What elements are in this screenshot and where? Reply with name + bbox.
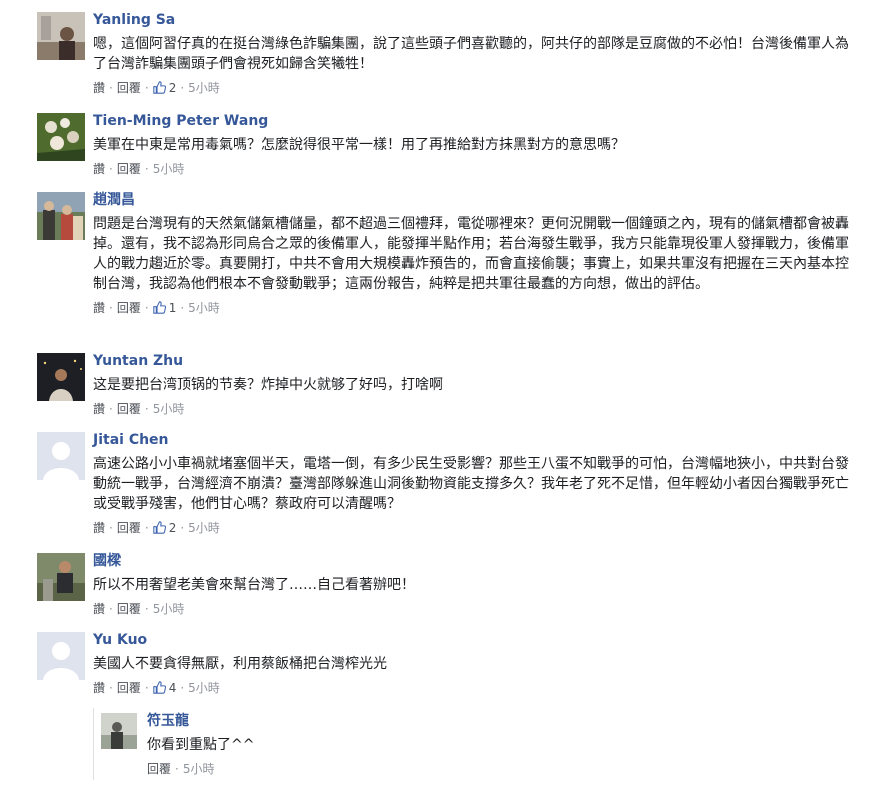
timestamp[interactable]: 5小時	[188, 681, 220, 695]
thumbs-up-icon	[152, 521, 166, 538]
like-link[interactable]: 讚	[93, 602, 105, 616]
separator-dot: ·	[180, 301, 185, 315]
timestamp[interactable]: 5小時	[153, 402, 185, 416]
timestamp[interactable]: 5小時	[183, 762, 215, 776]
timestamp[interactable]: 5小時	[153, 162, 185, 176]
avatar[interactable]	[37, 432, 85, 480]
reply-link[interactable]: 回覆	[117, 681, 141, 695]
reply-link[interactable]: 回覆	[147, 762, 171, 776]
commenter-name[interactable]: 符玉龍	[147, 713, 821, 729]
like-count[interactable]: 1	[169, 301, 177, 315]
thumbs-up-icon	[152, 301, 166, 318]
comment-text: 高速公路小小車禍就堵塞個半天，電塔一倒，有多少民生受影響？那些王八蛋不知戰爭的可…	[93, 456, 849, 512]
comment-text: 問題是台灣現有的天然氣儲氣槽儲量，都不超過三個禮拜，電從哪裡來？更何況開戰一個鐘…	[93, 216, 849, 292]
reply-link[interactable]: 回覆	[117, 301, 141, 315]
like-count[interactable]: 4	[169, 681, 177, 695]
comment-text: 嗯，這個阿習仔真的在挺台灣綠色詐騙集團，說了這些頭子們喜歡聽的，阿共仔的部隊是豆…	[93, 36, 849, 72]
avatar[interactable]	[37, 632, 85, 680]
separator-dot: ·	[144, 301, 149, 315]
separator-dot: ·	[180, 681, 185, 695]
separator-dot: ·	[180, 521, 185, 535]
separator-dot: ·	[109, 521, 113, 535]
thumbs-up-icon	[152, 681, 166, 698]
separator-dot: ·	[175, 762, 179, 776]
avatar[interactable]	[37, 12, 85, 60]
separator-dot: ·	[144, 602, 149, 616]
commenter-name[interactable]: 國樑	[93, 553, 857, 569]
comment-actions: 讚 · 回覆 · 5小時	[93, 601, 857, 617]
reply-link[interactable]: 回覆	[117, 521, 141, 535]
separator-dot: ·	[144, 521, 149, 535]
like-link[interactable]: 讚	[93, 81, 105, 95]
like-link[interactable]: 讚	[93, 402, 105, 416]
like-link[interactable]: 讚	[93, 162, 105, 176]
avatar[interactable]	[37, 353, 85, 401]
commenter-name[interactable]: Yu Kuo	[93, 632, 857, 648]
commenter-name[interactable]: Yanling Sa	[93, 12, 857, 28]
separator-dot: ·	[109, 681, 113, 695]
avatar[interactable]	[37, 113, 85, 161]
like-count[interactable]: 2	[169, 81, 177, 95]
comment-text: 你看到重點了^^	[147, 737, 255, 753]
separator-dot: ·	[109, 162, 113, 176]
separator-dot: ·	[109, 81, 113, 95]
separator-dot: ·	[144, 681, 149, 695]
comment-text: 这是要把台湾顶锅的节奏？炸掉中火就够了好吗，打啥啊	[93, 377, 443, 393]
thumbs-up-icon	[152, 81, 166, 98]
reply-link[interactable]: 回覆	[117, 602, 141, 616]
comment-text: 美軍在中東是常用毒氣嗎？怎麼說得很平常一樣！用了再推給對方抹黑對方的意思嗎？	[93, 137, 625, 153]
avatar[interactable]	[101, 713, 137, 749]
like-link[interactable]: 讚	[93, 681, 105, 695]
reply-link[interactable]: 回覆	[117, 402, 141, 416]
timestamp[interactable]: 5小時	[188, 521, 220, 535]
separator-dot: ·	[109, 602, 113, 616]
comment-actions: 讚 · 回覆 · 2 · 5小時	[93, 520, 857, 538]
timestamp[interactable]: 5小時	[188, 81, 220, 95]
avatar[interactable]	[37, 553, 85, 601]
separator-dot: ·	[109, 402, 113, 416]
comment-actions: 讚 · 回覆 · 1 · 5小時	[93, 300, 857, 318]
commenter-name[interactable]: 趙潤昌	[93, 192, 857, 208]
comment-text: 所以不用奢望老美會來幫台灣了……自己看著辦吧！	[93, 577, 415, 593]
separator-dot: ·	[180, 81, 185, 95]
comment-actions: 回覆 · 5小時	[147, 761, 821, 777]
comment-actions: 讚 · 回覆 · 5小時	[93, 161, 857, 177]
separator-dot: ·	[144, 81, 149, 95]
separator-dot: ·	[109, 301, 113, 315]
commenter-name[interactable]: Yuntan Zhu	[93, 353, 857, 369]
like-count[interactable]: 2	[169, 521, 177, 535]
timestamp[interactable]: 5小時	[188, 301, 220, 315]
separator-dot: ·	[144, 402, 149, 416]
like-link[interactable]: 讚	[93, 521, 105, 535]
timestamp[interactable]: 5小時	[153, 602, 185, 616]
comment-actions: 讚 · 回覆 · 2 · 5小時	[93, 80, 857, 98]
commenter-name[interactable]: Jitai Chen	[93, 432, 857, 448]
comment-actions: 讚 · 回覆 · 4 · 5小時	[93, 680, 857, 698]
reply-link[interactable]: 回覆	[117, 81, 141, 95]
comment-actions: 讚 · 回覆 · 5小時	[93, 401, 857, 417]
avatar[interactable]	[37, 192, 85, 240]
commenter-name[interactable]: Tien-Ming Peter Wang	[93, 113, 857, 129]
like-link[interactable]: 讚	[93, 301, 105, 315]
comment-text: 美國人不要貪得無厭，利用蔡飯桶把台灣榨光光	[93, 656, 387, 672]
separator-dot: ·	[144, 162, 149, 176]
reply-link[interactable]: 回覆	[117, 162, 141, 176]
reply-thread-line	[93, 708, 94, 780]
